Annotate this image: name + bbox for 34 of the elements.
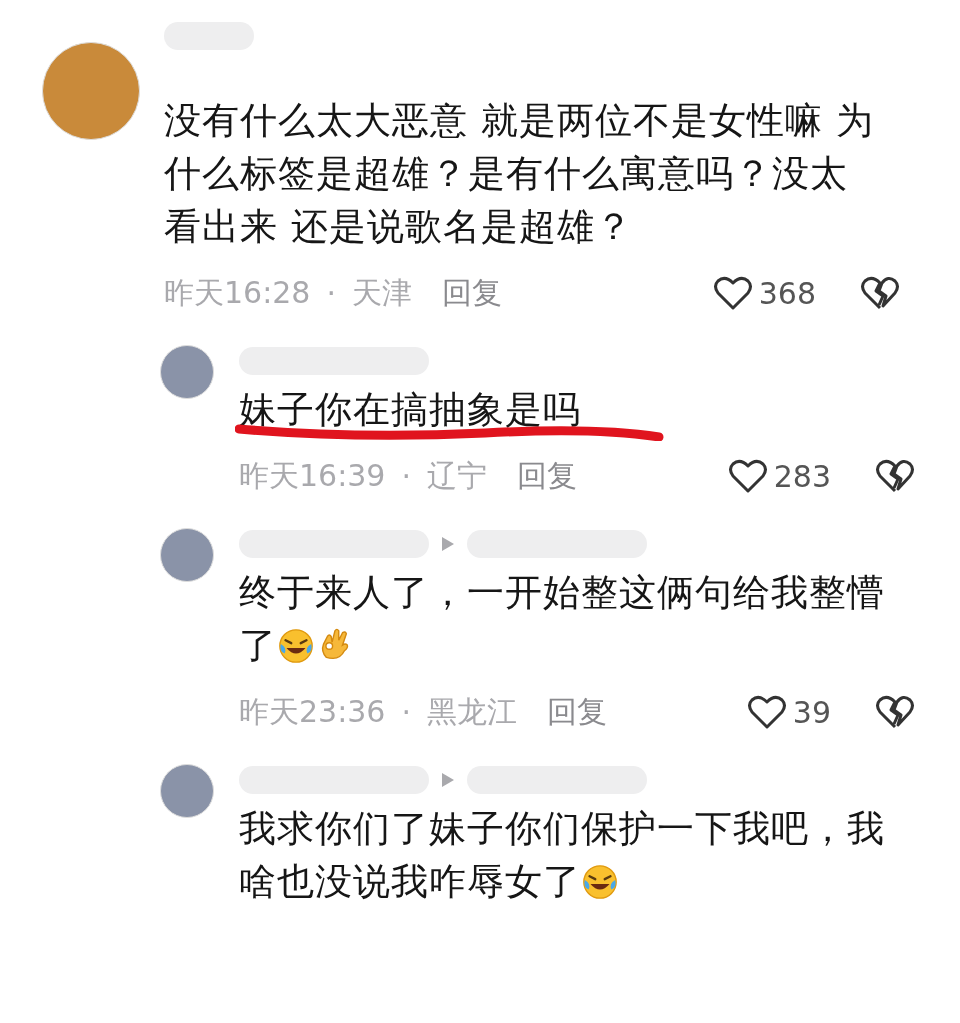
comment-time: 昨天23:36 bbox=[239, 692, 386, 731]
separator-dot: · bbox=[401, 694, 411, 730]
separator-dot: · bbox=[326, 275, 336, 311]
comment-text-line: 我求你们了妹子你们保护一下我吧，我 bbox=[239, 806, 885, 852]
avatar[interactable] bbox=[160, 764, 214, 818]
comment-time: 昨天16:39 bbox=[239, 456, 386, 495]
comment-text-line: 没有什么太大恶意 就是两位不是女性嘛 为 bbox=[164, 98, 874, 144]
like-count: 283 bbox=[773, 458, 831, 494]
heart-icon[interactable] bbox=[746, 694, 787, 730]
broken-heart-icon[interactable] bbox=[875, 458, 915, 494]
heart-icon[interactable] bbox=[712, 275, 753, 311]
laughing-face-icon bbox=[277, 626, 315, 665]
like-count: 368 bbox=[758, 275, 816, 311]
reply-link[interactable]: 回复 bbox=[442, 272, 713, 314]
comment-location: 黑龙江 bbox=[427, 692, 517, 731]
comment-text-line: 妹子你在搞抽象是吗 bbox=[239, 387, 581, 433]
heart-icon[interactable] bbox=[727, 458, 768, 494]
like-count: 39 bbox=[792, 694, 831, 730]
comment-text-line: 啥也没说我咋辱女了 bbox=[239, 859, 581, 905]
reply-link[interactable]: 回复 bbox=[517, 455, 728, 497]
comment-location: 天津 bbox=[352, 273, 412, 312]
avatar[interactable] bbox=[160, 528, 214, 582]
comment-text-line: 了 bbox=[239, 623, 277, 669]
reply-link[interactable]: 回复 bbox=[547, 691, 747, 733]
separator-dot: · bbox=[401, 458, 411, 494]
comment-time: 昨天16:28 bbox=[164, 273, 311, 312]
comment-text-line: 终于来人了，一开始整这俩句给我整懵 bbox=[239, 570, 885, 616]
comment-location: 辽宁 bbox=[427, 456, 487, 495]
broken-heart-icon[interactable] bbox=[875, 694, 915, 730]
broken-heart-icon[interactable] bbox=[860, 275, 900, 311]
comment-text-line: 什么标签是超雄？是有什么寓意吗？没太 bbox=[164, 151, 848, 197]
avatar[interactable] bbox=[160, 345, 214, 399]
laughing-face-icon bbox=[581, 862, 619, 901]
comment-text-line: 看出来 还是说歌名是超雄？ bbox=[164, 204, 633, 250]
